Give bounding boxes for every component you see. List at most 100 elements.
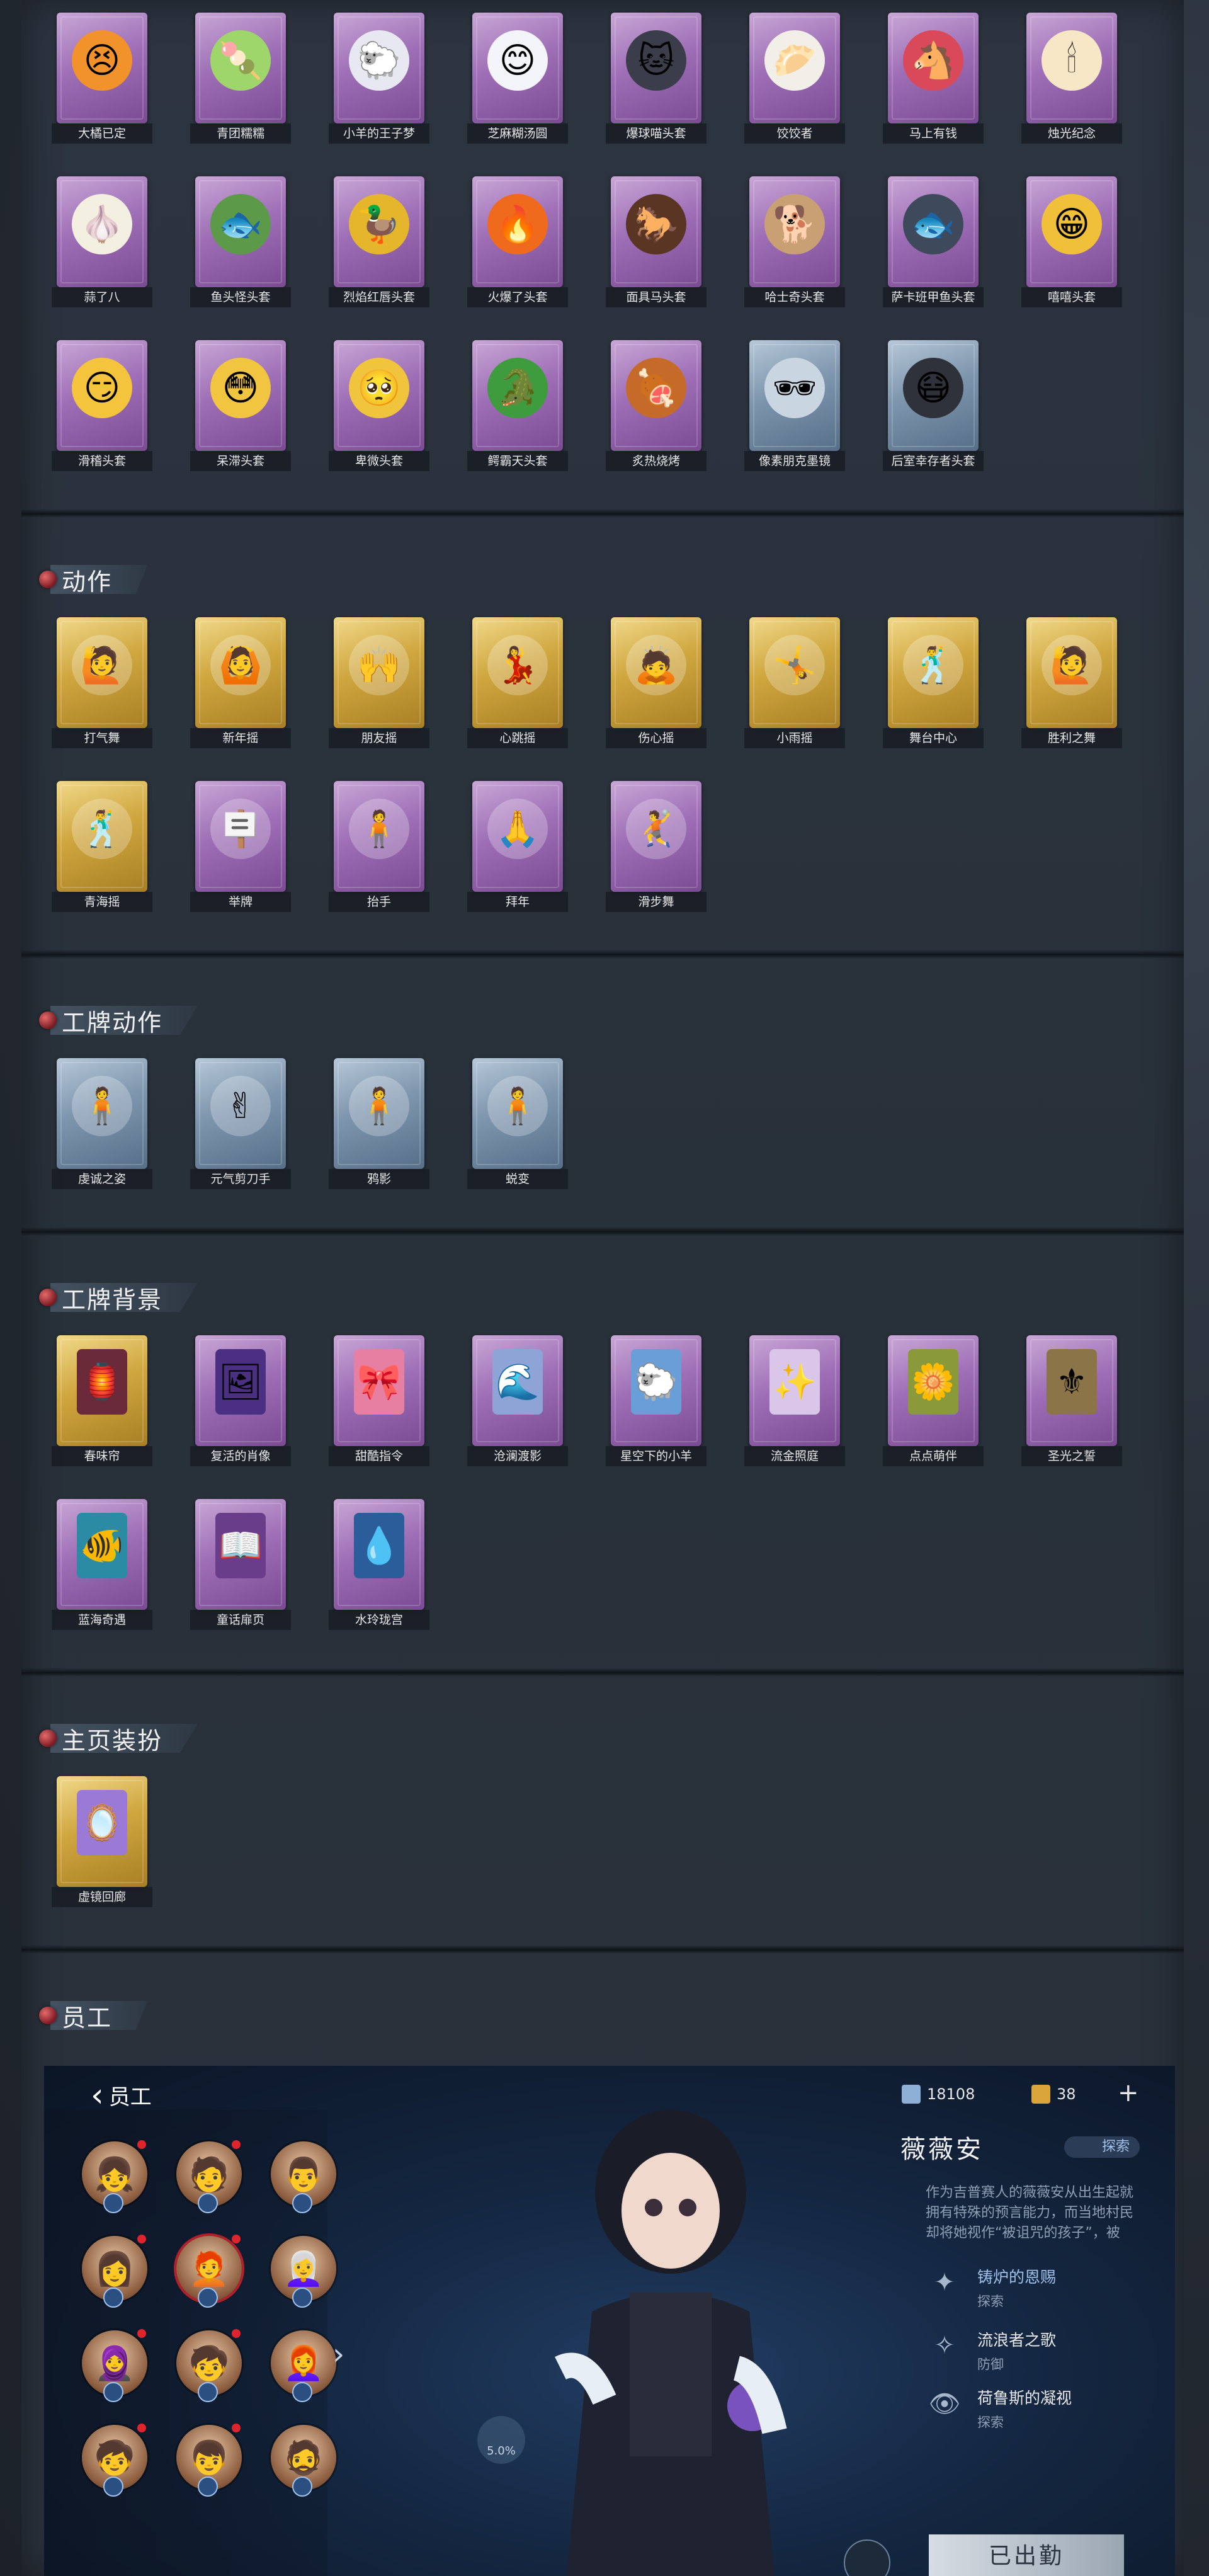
- item-actions[interactable]: 🙆 新年摇: [190, 617, 291, 748]
- item-card[interactable]: 🐕: [749, 176, 840, 287]
- item-card[interactable]: 🙇: [611, 617, 701, 728]
- item-badge_bgs[interactable]: 🐠 蓝海奇遇: [52, 1499, 152, 1630]
- item-home_decor[interactable]: 🪞 虚镜回廊: [52, 1776, 152, 1907]
- item-card[interactable]: 🙏: [472, 781, 563, 892]
- item-actions[interactable]: 🙋 胜利之舞: [1021, 617, 1122, 748]
- item-badge_bgs[interactable]: 🌊 沧澜渡影: [467, 1335, 568, 1466]
- item-badge_actions[interactable]: ✌ 元气剪刀手: [190, 1058, 291, 1189]
- item-card[interactable]: 🐎: [611, 176, 701, 287]
- employee-avatar[interactable]: 🧑: [176, 2140, 242, 2213]
- employee-avatar[interactable]: 👦: [176, 2424, 242, 2497]
- item-card[interactable]: 📖: [195, 1499, 286, 1610]
- item-badge_bgs[interactable]: 🌼 点点萌伴: [883, 1335, 984, 1466]
- employee-avatar[interactable]: 🧔: [271, 2425, 336, 2497]
- item-heads[interactable]: 😁 嘻嘻头套: [1021, 176, 1122, 307]
- item-card[interactable]: 🕶: [749, 340, 840, 451]
- item-heads[interactable]: 🐴 马上有钱: [883, 13, 984, 144]
- item-heads[interactable]: 😊 芝麻糊汤圆: [467, 13, 568, 144]
- item-card[interactable]: 🕺: [888, 617, 979, 728]
- item-heads[interactable]: 🍖 炙热烧烤: [606, 340, 707, 471]
- item-actions[interactable]: 🙌 朋友摇: [329, 617, 429, 748]
- item-heads[interactable]: 😳 呆滞头套: [190, 340, 291, 471]
- item-card[interactable]: 🏮: [57, 1335, 147, 1446]
- item-actions[interactable]: 🕺 舞台中心: [883, 617, 984, 748]
- employee-avatar[interactable]: 🧒: [176, 2329, 242, 2402]
- item-badge_actions[interactable]: 🧍 鸦影: [329, 1058, 429, 1189]
- item-badge_actions[interactable]: 🧍 虔诚之姿: [52, 1058, 152, 1189]
- item-card[interactable]: 🙌: [334, 617, 424, 728]
- item-card[interactable]: 😷: [888, 340, 979, 451]
- item-heads[interactable]: 🐟 萨卡班甲鱼头套: [883, 176, 984, 307]
- item-heads[interactable]: 😏 滑稽头套: [52, 340, 152, 471]
- item-card[interactable]: 🍡: [195, 13, 286, 123]
- item-card[interactable]: 🧍: [472, 1058, 563, 1169]
- item-badge_bgs[interactable]: 💧 水玲珑宫: [329, 1499, 429, 1630]
- item-card[interactable]: 🙆: [195, 617, 286, 728]
- employee-avatar[interactable]: 👨: [271, 2141, 336, 2213]
- chevron-right-icon[interactable]: ›: [332, 2337, 344, 2372]
- item-card[interactable]: 🦆: [334, 176, 424, 287]
- item-heads[interactable]: 🥺 卑微头套: [329, 340, 429, 471]
- item-card[interactable]: 🙋: [1026, 617, 1117, 728]
- item-card[interactable]: 💧: [334, 1499, 424, 1610]
- item-badge_bgs[interactable]: 📖 童话扉页: [190, 1499, 291, 1630]
- item-card[interactable]: 😳: [195, 340, 286, 451]
- item-card[interactable]: 🌊: [472, 1335, 563, 1446]
- item-heads[interactable]: 🐕 哈士奇头套: [744, 176, 845, 307]
- item-badge_bgs[interactable]: 🖼 复活的肖像: [190, 1335, 291, 1466]
- item-card[interactable]: ✨: [749, 1335, 840, 1446]
- item-heads[interactable]: 😣 大橘已定: [52, 13, 152, 144]
- item-badge_bgs[interactable]: ✨ 流金照庭: [744, 1335, 845, 1466]
- employee-avatar[interactable]: 👩‍🦳: [271, 2236, 336, 2308]
- item-actions[interactable]: 🤸 小雨摇: [744, 617, 845, 748]
- item-heads[interactable]: 🍡 青团糯糯: [190, 13, 291, 144]
- item-heads[interactable]: 🐎 面具马头套: [606, 176, 707, 307]
- item-actions[interactable]: 🙇 伤心摇: [606, 617, 707, 748]
- item-actions[interactable]: 🙋 打气舞: [52, 617, 152, 748]
- item-heads[interactable]: 🐟 鱼头怪头套: [190, 176, 291, 307]
- item-card[interactable]: ⚜: [1026, 1335, 1117, 1446]
- item-card[interactable]: 🖼: [195, 1335, 286, 1446]
- employee-avatar[interactable]: 👧: [82, 2140, 147, 2213]
- item-card[interactable]: 🐠: [57, 1499, 147, 1610]
- item-badge_bgs[interactable]: 🐑 星空下的小羊: [606, 1335, 707, 1466]
- item-card[interactable]: 🙋: [57, 617, 147, 728]
- employee-avatar[interactable]: 👩‍🦰: [271, 2330, 336, 2402]
- item-actions[interactable]: 🪧 举牌: [190, 781, 291, 912]
- item-card[interactable]: 🐴: [888, 13, 979, 123]
- item-card[interactable]: 🐟: [195, 176, 286, 287]
- employee-avatar[interactable]: 🧑‍🦰: [176, 2235, 242, 2308]
- item-card[interactable]: 🐑: [611, 1335, 701, 1446]
- item-actions[interactable]: 🧍 抬手: [329, 781, 429, 912]
- item-actions[interactable]: 🙏 拜年: [467, 781, 568, 912]
- item-card[interactable]: 🐟: [888, 176, 979, 287]
- item-card[interactable]: 🔥: [472, 176, 563, 287]
- item-card[interactable]: 😊: [472, 13, 563, 123]
- item-heads[interactable]: 🐑 小羊的王子梦: [329, 13, 429, 144]
- add-currency-button[interactable]: +: [1118, 2078, 1139, 2107]
- item-card[interactable]: 🕯: [1026, 13, 1117, 123]
- item-card[interactable]: 🧍: [334, 1058, 424, 1169]
- item-card[interactable]: 🥟: [749, 13, 840, 123]
- item-badge_bgs[interactable]: 🎀 甜酷指令: [329, 1335, 429, 1466]
- item-card[interactable]: 🎀: [334, 1335, 424, 1446]
- employee-avatar[interactable]: 👩: [82, 2235, 147, 2308]
- employee-avatar[interactable]: 🧒: [82, 2424, 147, 2497]
- employee-roster[interactable]: 👧 🧑 👨 👩 🧑‍🦰 👩‍🦳 🧕 🧒 👩‍🦰 🧒 👦 🧔: [44, 2110, 336, 2576]
- item-card[interactable]: 🐱: [611, 13, 701, 123]
- item-heads[interactable]: 🕯 烛光纪念: [1021, 13, 1122, 144]
- item-card[interactable]: 🐑: [334, 13, 424, 123]
- item-card[interactable]: 🍖: [611, 340, 701, 451]
- item-card[interactable]: 🧍: [57, 1058, 147, 1169]
- item-card[interactable]: 🌼: [888, 1335, 979, 1446]
- item-heads[interactable]: 🐊 鳄霸天头套: [467, 340, 568, 471]
- item-card[interactable]: 🪧: [195, 781, 286, 892]
- skill-entry[interactable]: 👁 荷鲁斯的凝视 探索: [926, 2386, 1072, 2431]
- item-actions[interactable]: 💃 心跳摇: [467, 617, 568, 748]
- item-heads[interactable]: 🕶 像素朋克墨镜: [744, 340, 845, 471]
- skill-entry[interactable]: ✦ 铸炉的恩赐 探索: [926, 2265, 1056, 2310]
- skill-entry[interactable]: ✧ 流浪者之歌 防御: [926, 2328, 1056, 2373]
- item-card[interactable]: 🐊: [472, 340, 563, 451]
- item-card[interactable]: 🧍: [334, 781, 424, 892]
- item-card[interactable]: 😏: [57, 340, 147, 451]
